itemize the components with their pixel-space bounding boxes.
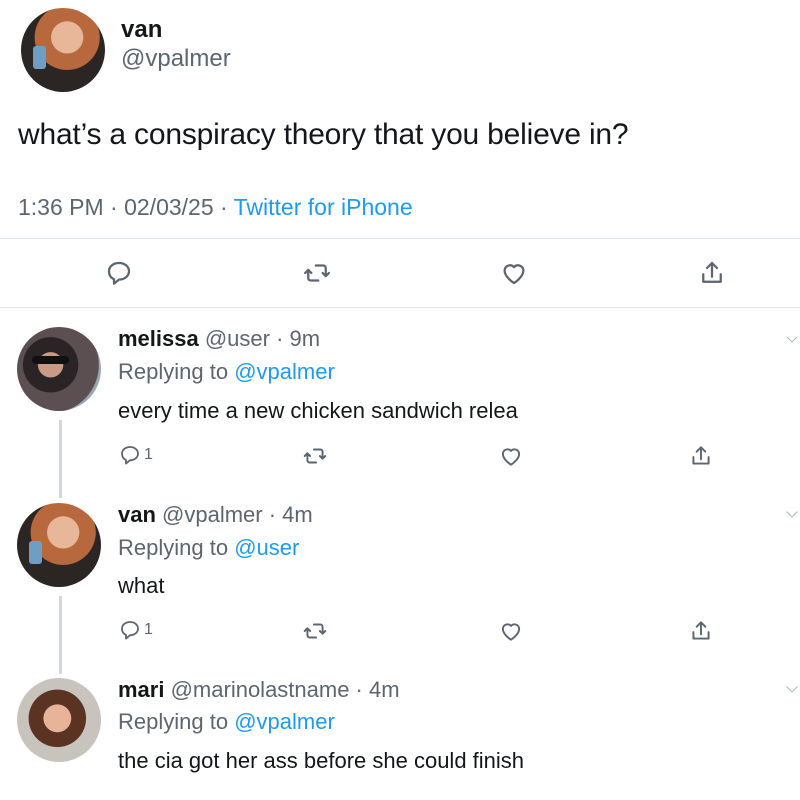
tweet-source-link[interactable]: Twitter for iPhone	[234, 194, 413, 220]
share-icon	[692, 621, 710, 640]
replying-to: Replying to @user	[118, 535, 299, 561]
replying-label: Replying to	[118, 359, 235, 384]
reply-header: melissa @user · 9m	[118, 326, 320, 352]
share-icon	[692, 446, 710, 465]
mention-link[interactable]: @vpalmer	[234, 709, 335, 734]
reply-header: mari @marinolastname · 4m	[118, 677, 400, 703]
reply-author-name[interactable]: mari	[118, 677, 164, 702]
reply-author-name[interactable]: melissa	[118, 326, 199, 351]
chevron-down-icon[interactable]	[786, 681, 798, 693]
share-button[interactable]	[697, 258, 727, 288]
avatar[interactable]	[21, 8, 105, 92]
divider	[0, 307, 800, 308]
reply-handle-time: @marinolastname · 4m	[164, 677, 400, 702]
mention-link[interactable]: @user	[234, 535, 299, 560]
like-button[interactable]	[498, 443, 524, 469]
retweet-icon	[303, 623, 327, 639]
tweet-timestamp: 1:36 PM · 02/03/25 ·	[18, 194, 234, 220]
reply-text: the cia got her ass before she could fin…	[118, 748, 525, 773]
mention-link[interactable]: @vpalmer	[234, 359, 335, 384]
avatar[interactable]	[17, 503, 101, 587]
reply-count: 1	[144, 621, 153, 638]
reply-icon	[121, 446, 139, 465]
tweet-text: what’s a conspiracy theory that you beli…	[18, 118, 629, 151]
like-button[interactable]	[498, 618, 524, 644]
reply-button[interactable]: 1	[118, 443, 153, 467]
like-icon	[501, 448, 521, 466]
like-button[interactable]	[499, 258, 529, 288]
author-handle[interactable]: @vpalmer	[121, 45, 231, 73]
tweet-meta: 1:36 PM · 02/03/25 · Twitter for iPhone	[18, 194, 413, 221]
share-button[interactable]	[688, 618, 714, 644]
like-icon	[501, 623, 521, 641]
replying-to: Replying to @vpalmer	[118, 359, 335, 385]
reply-handle-time: @vpalmer · 4m	[155, 502, 313, 527]
reply-icon	[121, 621, 139, 640]
reply-text: every time a new chicken sandwich relea	[118, 398, 518, 423]
reply-text: what	[118, 573, 165, 598]
divider	[0, 238, 800, 239]
reply-button[interactable]	[104, 258, 134, 288]
retweet-button[interactable]	[302, 618, 328, 644]
author-name[interactable]: van	[121, 16, 162, 44]
retweet-button[interactable]	[302, 258, 332, 288]
retweet-icon	[303, 448, 327, 464]
avatar[interactable]	[17, 327, 101, 411]
reply-icon	[107, 261, 131, 285]
chevron-down-icon[interactable]	[786, 331, 798, 343]
retweet-button[interactable]	[302, 443, 328, 469]
thread-line	[59, 420, 62, 498]
reply-handle-time: @user · 9m	[198, 326, 321, 351]
avatar[interactable]	[17, 678, 101, 762]
like-icon	[503, 264, 525, 285]
replying-label: Replying to	[118, 709, 235, 734]
reply-author-name[interactable]: van	[118, 502, 156, 527]
retweet-icon	[304, 264, 330, 282]
reply-button[interactable]: 1	[118, 618, 153, 642]
chevron-down-icon[interactable]	[786, 506, 798, 518]
reply-count: 1	[144, 446, 153, 463]
replying-to: Replying to @vpalmer	[118, 709, 335, 735]
thread-line	[59, 596, 62, 674]
share-button[interactable]	[688, 443, 714, 469]
reply-header: van @vpalmer · 4m	[118, 502, 313, 528]
replying-label: Replying to	[118, 535, 235, 560]
share-icon	[702, 261, 722, 283]
